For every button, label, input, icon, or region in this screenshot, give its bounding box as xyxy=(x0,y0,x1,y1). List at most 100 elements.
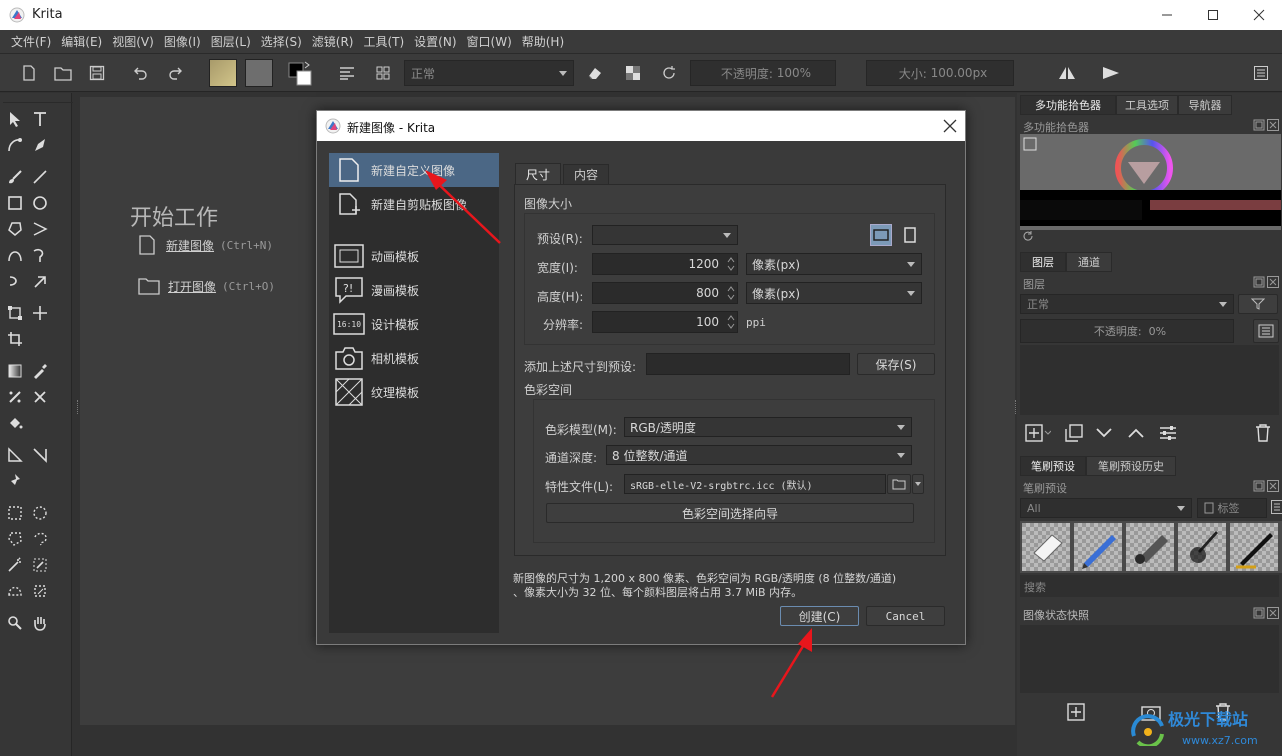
tab-dimensions[interactable]: 尺寸 xyxy=(515,163,561,185)
brush-settings-icon[interactable] xyxy=(334,60,360,86)
color-model-select[interactable]: RGB/透明度 xyxy=(624,417,912,437)
category-custom-image[interactable]: 新建自定义图像 xyxy=(329,153,499,187)
width-input[interactable]: 1200 xyxy=(592,253,738,275)
menu-layer[interactable]: 图层(L) xyxy=(206,33,256,50)
docker-float-icon[interactable] xyxy=(1253,119,1265,131)
alpha-lock-icon[interactable] xyxy=(620,60,646,86)
close-window-button[interactable] xyxy=(1236,0,1282,30)
menu-tools[interactable]: 工具(T) xyxy=(358,33,409,50)
height-unit-select[interactable]: 像素(px) xyxy=(746,282,922,304)
contiguous-selection-icon[interactable] xyxy=(3,553,27,577)
elliptical-selection-icon[interactable] xyxy=(28,501,52,525)
category-camera-templates[interactable]: 相机模板 xyxy=(329,341,499,375)
toolbar-settings-icon[interactable] xyxy=(1248,60,1274,86)
brush-search-input[interactable]: 搜索 xyxy=(1020,575,1279,597)
pan-tool-icon[interactable] xyxy=(28,611,52,635)
assistant-tool-icon[interactable] xyxy=(28,385,52,409)
gradient-tool-icon[interactable] xyxy=(3,359,27,383)
line-tool-icon[interactable] xyxy=(28,165,52,189)
welcome-open-image-link[interactable]: 打开图像 (Ctrl+O) xyxy=(138,277,275,295)
bezier-selection-icon[interactable] xyxy=(3,579,27,603)
select-shapes-tool-icon[interactable] xyxy=(3,107,27,131)
add-snapshot-icon[interactable] xyxy=(1067,703,1085,721)
menu-image[interactable]: 图像(I) xyxy=(159,33,206,50)
foreground-background-color-icon[interactable] xyxy=(286,60,316,88)
layer-list[interactable] xyxy=(1020,345,1279,415)
category-design-templates[interactable]: 16:10 设计模板 xyxy=(329,307,499,341)
menu-select[interactable]: 选择(S) xyxy=(256,33,307,50)
edit-shapes-tool-icon[interactable] xyxy=(3,133,27,157)
brush-preset-pen[interactable] xyxy=(1230,523,1278,571)
layer-settings-icon[interactable] xyxy=(1159,424,1177,442)
fill-tool-icon[interactable] xyxy=(3,411,27,435)
dialog-close-icon[interactable] xyxy=(943,119,957,133)
brush-presets-grid[interactable] xyxy=(1020,521,1282,573)
multibrush-tool-icon[interactable] xyxy=(28,269,52,293)
snapshot-float-icon[interactable] xyxy=(1253,607,1265,619)
refresh-colors-icon[interactable] xyxy=(1022,230,1034,242)
preset-select[interactable] xyxy=(592,225,738,245)
smart-patch-tool-icon[interactable] xyxy=(3,385,27,409)
layers-close-icon[interactable] xyxy=(1267,276,1279,288)
polygonal-selection-icon[interactable] xyxy=(3,527,27,551)
magnetic-selection-icon[interactable] xyxy=(28,579,52,603)
polygon-tool-icon[interactable] xyxy=(3,217,27,241)
resolution-input[interactable]: 100 xyxy=(592,311,738,333)
category-comic-templates[interactable]: ?! 漫画模板 xyxy=(329,273,499,307)
duplicate-layer-icon[interactable] xyxy=(1065,424,1083,442)
preset-name-input[interactable] xyxy=(646,353,850,375)
brush-float-icon[interactable] xyxy=(1253,480,1265,492)
layer-blend-mode-select[interactable]: 正常 xyxy=(1020,294,1234,314)
profile-menu-button[interactable] xyxy=(912,474,924,494)
layer-filter-button[interactable] xyxy=(1238,294,1278,314)
menu-filter[interactable]: 滤镜(R) xyxy=(307,33,359,50)
tab-layers[interactable]: 图层 xyxy=(1020,252,1066,272)
layers-float-icon[interactable] xyxy=(1253,276,1265,288)
tab-channels[interactable]: 通道 xyxy=(1066,252,1112,272)
polyline-tool-icon[interactable] xyxy=(28,217,52,241)
freehand-selection-icon[interactable] xyxy=(28,527,52,551)
mirror-horizontal-icon[interactable] xyxy=(1054,60,1080,86)
layer-properties-button[interactable] xyxy=(1253,319,1279,343)
color-picker-tool-icon[interactable] xyxy=(28,359,52,383)
brush-tag-filter-select[interactable]: All xyxy=(1020,498,1192,518)
width-spinner-icon[interactable] xyxy=(726,255,736,273)
move-tool-icon[interactable] xyxy=(28,301,52,325)
width-unit-select[interactable]: 像素(px) xyxy=(746,253,922,275)
zoom-tool-icon[interactable] xyxy=(3,611,27,635)
height-input[interactable]: 800 xyxy=(592,282,738,304)
menu-settings[interactable]: 设置(N) xyxy=(409,33,461,50)
category-from-clipboard[interactable]: 新建自剪贴板图像 xyxy=(329,187,499,221)
save-icon[interactable] xyxy=(84,60,110,86)
freehand-path-tool-icon[interactable] xyxy=(28,243,52,267)
browse-profile-button[interactable] xyxy=(887,474,911,494)
brush-preset-airbrush[interactable] xyxy=(1126,523,1174,571)
category-animation-templates[interactable]: 动画模板 xyxy=(329,239,499,273)
calligraphy-tool-icon[interactable] xyxy=(28,133,52,157)
move-layer-up-icon[interactable] xyxy=(1127,426,1145,440)
gradient-swatch[interactable] xyxy=(209,59,237,87)
portrait-orientation-button[interactable] xyxy=(899,224,921,246)
profile-select[interactable]: sRGB-elle-V2-srgbtrc.icc (默认) xyxy=(624,474,886,494)
menu-window[interactable]: 窗口(W) xyxy=(462,33,517,50)
eraser-icon[interactable] xyxy=(582,60,608,86)
brush-tool-icon[interactable] xyxy=(3,165,27,189)
tab-brush-history[interactable]: 笔刷预设历史 xyxy=(1086,456,1176,476)
rectangle-tool-icon[interactable] xyxy=(3,191,27,215)
opacity-slider[interactable]: 不透明度: 100% xyxy=(690,60,836,86)
category-texture-templates[interactable]: 纹理模板 xyxy=(329,375,499,409)
height-spinner-icon[interactable] xyxy=(726,284,736,302)
tab-tool-options[interactable]: 工具选项 xyxy=(1116,95,1178,115)
welcome-new-image-link[interactable]: 新建图像 (Ctrl+N) xyxy=(138,235,273,255)
redo-icon[interactable] xyxy=(162,60,188,86)
dynamic-brush-tool-icon[interactable] xyxy=(3,269,27,293)
reload-preset-icon[interactable] xyxy=(656,60,682,86)
perspective-tool-icon[interactable] xyxy=(28,443,52,467)
open-folder-icon[interactable] xyxy=(50,60,76,86)
menu-file[interactable]: 文件(F) xyxy=(6,33,56,50)
channel-depth-select[interactable]: 8 位整数/通道 xyxy=(606,445,912,465)
color-space-wizard-button[interactable]: 色彩空间选择向导 xyxy=(546,503,914,523)
menu-edit[interactable]: 编辑(E) xyxy=(56,33,107,50)
brush-size-slider[interactable]: 大小: 100.00px xyxy=(866,60,1014,86)
bezier-tool-icon[interactable] xyxy=(3,243,27,267)
